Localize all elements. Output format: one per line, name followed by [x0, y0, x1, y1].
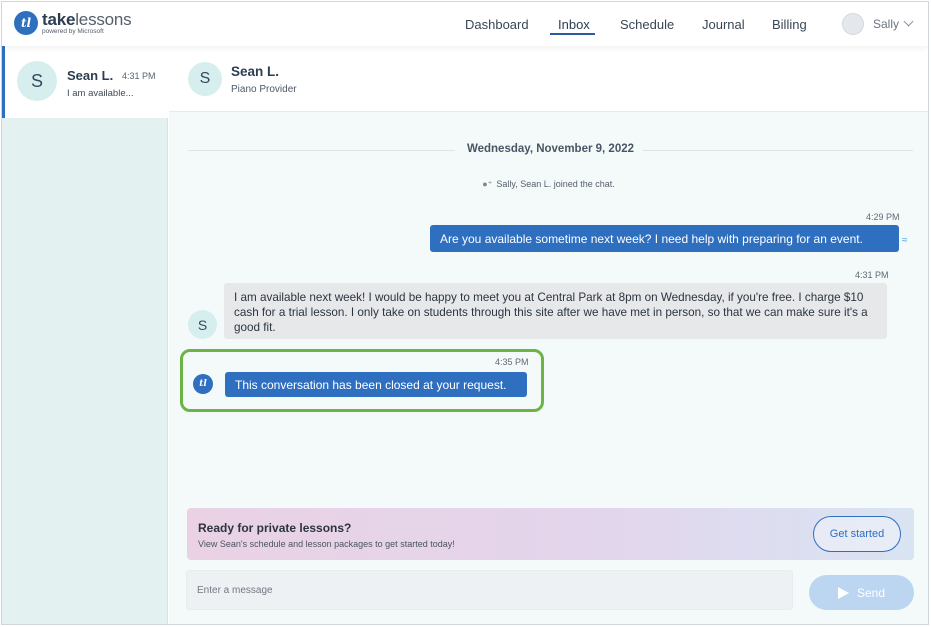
- chat-contact-name: Sean L.: [231, 64, 280, 79]
- users-icon: ●⁺: [482, 179, 493, 189]
- chat-panel: S Sean L. Piano Provider Wednesday, Nove…: [169, 46, 928, 624]
- conversation-list: S Sean L. 4:31 PM I am available...: [2, 46, 168, 624]
- nav-billing[interactable]: Billing: [772, 17, 807, 32]
- app-window: tl takelessons powered by Microsoft Dash…: [1, 1, 929, 625]
- read-receipt-icon: ≈: [902, 235, 908, 246]
- promo-banner: Ready for private lessons? View Sean's s…: [187, 508, 914, 560]
- avatar: S: [188, 62, 222, 96]
- avatar: S: [188, 310, 217, 339]
- nav-active-indicator: [550, 33, 595, 35]
- chat-header: S Sean L. Piano Provider: [169, 46, 928, 112]
- date-divider: Wednesday, November 9, 2022: [188, 142, 913, 158]
- conversation-closed-message: This conversation has been closed at you…: [225, 372, 527, 397]
- message-time: 4:31 PM: [855, 270, 889, 280]
- send-button[interactable]: Send: [809, 575, 914, 610]
- message-time: 4:35 PM: [495, 357, 529, 367]
- chevron-down-icon: [903, 16, 914, 27]
- promo-subtitle: View Sean's schedule and lesson packages…: [198, 539, 455, 549]
- divider-line: [643, 150, 913, 151]
- message-time: 4:29 PM: [866, 212, 900, 222]
- nav-journal[interactable]: Journal: [702, 17, 745, 32]
- promo-title: Ready for private lessons?: [198, 521, 352, 535]
- send-arrow-icon: [837, 586, 849, 599]
- conversation-preview: I am available...: [67, 88, 134, 99]
- user-menu[interactable]: Sally: [842, 13, 914, 35]
- user-avatar: [842, 13, 864, 35]
- nav-dashboard[interactable]: Dashboard: [465, 17, 529, 32]
- avatar: S: [17, 61, 57, 101]
- nav-inbox[interactable]: Inbox: [558, 17, 590, 32]
- conversation-name: Sean L.: [67, 68, 114, 83]
- user-name: Sally: [873, 17, 900, 31]
- top-navigation-bar: tl takelessons powered by Microsoft Dash…: [2, 2, 928, 46]
- message-input[interactable]: [186, 570, 793, 610]
- outgoing-message: Are you available sometime next week? I …: [430, 225, 899, 252]
- chat-contact-role: Piano Provider: [231, 84, 297, 95]
- incoming-message: I am available next week! I would be hap…: [224, 283, 887, 339]
- takelessons-bot-icon: tl: [193, 374, 213, 394]
- get-started-button[interactable]: Get started: [813, 516, 901, 552]
- send-label: Send: [856, 585, 886, 600]
- date-label: Wednesday, November 9, 2022: [466, 143, 635, 155]
- conversation-item[interactable]: S Sean L. 4:31 PM I am available...: [2, 46, 168, 118]
- main-nav: Dashboard Inbox Schedule Journal Billing: [2, 17, 928, 37]
- conversation-time: 4:31 PM: [122, 71, 156, 81]
- nav-schedule[interactable]: Schedule: [620, 17, 674, 32]
- system-message: ●⁺ Sally, Sean L. joined the chat.: [482, 179, 615, 189]
